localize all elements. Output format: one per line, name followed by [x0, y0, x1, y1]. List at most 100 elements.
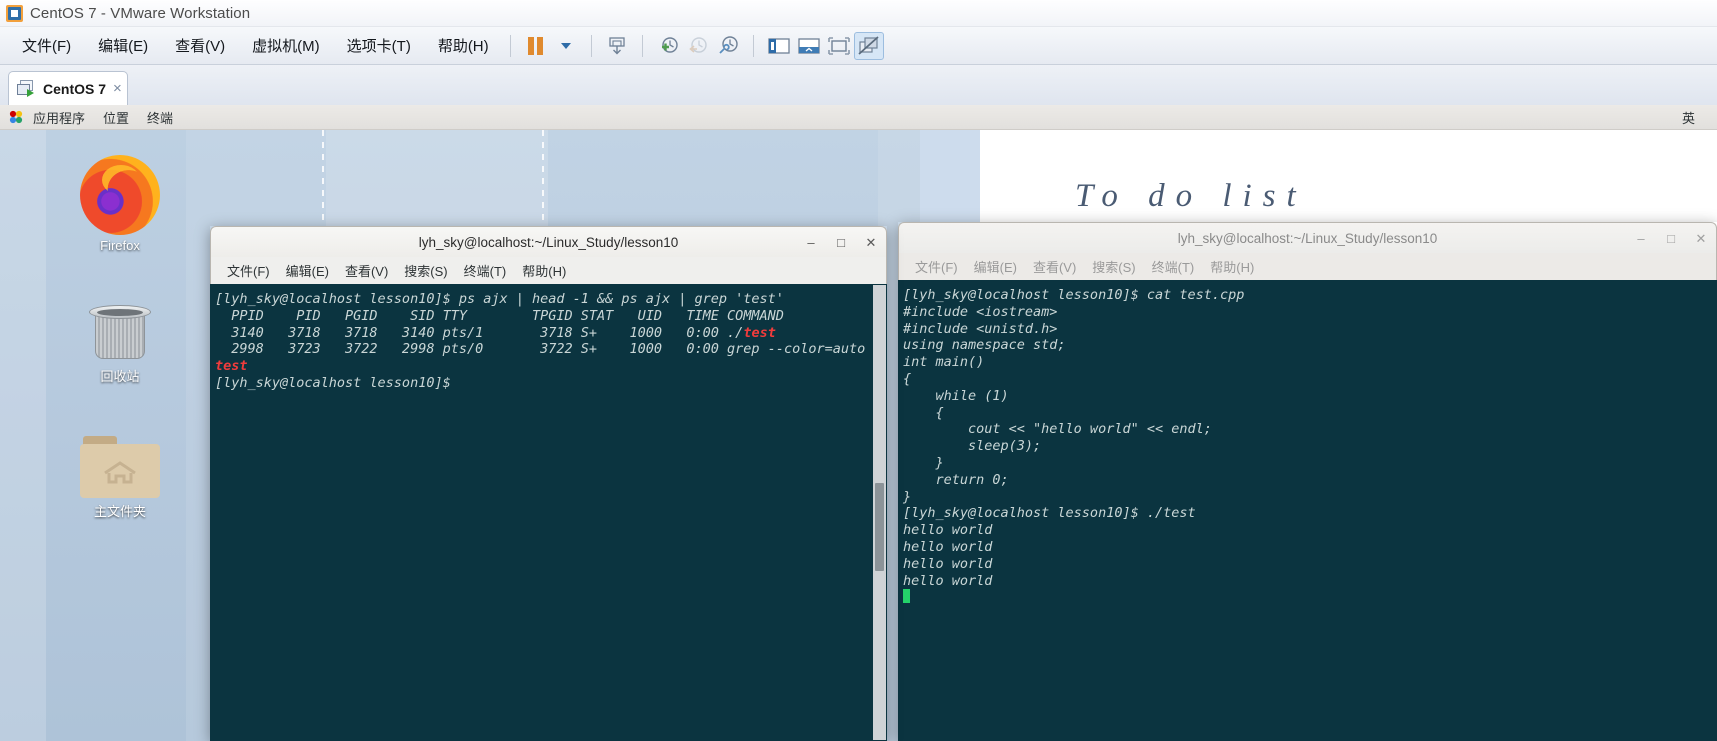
terminal-line: hello world [903, 522, 993, 539]
terminal-left-menu-terminal[interactable]: 终端(T) [456, 261, 515, 280]
terminal-left-menu-file[interactable]: 文件(F) [219, 261, 278, 280]
wallpaper-text: To do list [1075, 178, 1307, 214]
terminal-line: sleep(3); [903, 438, 1042, 455]
unity-mode-button[interactable] [853, 31, 884, 60]
vmware-tabstrip: CentOS 7 × [0, 65, 1717, 105]
terminal-left-menu-edit[interactable]: 编辑(E) [278, 261, 337, 280]
terminal-line [903, 589, 1716, 606]
tab-label: CentOS 7 [43, 80, 107, 97]
show-sidebar-button[interactable] [764, 32, 794, 60]
desktop-icon-trash[interactable]: 回收站 [60, 295, 180, 385]
close-button[interactable]: ✕ [1694, 231, 1708, 247]
snapshot-add-button[interactable] [653, 32, 683, 60]
desktop-icon-home-folder[interactable]: 主文件夹 [60, 432, 180, 520]
toolbar-separator-4 [752, 34, 754, 57]
terminal-left-scrollbar[interactable] [873, 285, 886, 740]
menu-tabs[interactable]: 选项卡(T) [336, 32, 422, 59]
power-dropdown-button[interactable] [551, 32, 581, 60]
desktop-icon-label: 主文件夹 [93, 504, 146, 519]
terminal-line: hello world [903, 555, 993, 572]
terminal-left-titlebar[interactable]: lyh_sky@localhost:~/Linux_Study/lesson10… [210, 226, 887, 257]
snapshot-revert-icon [688, 36, 707, 53]
vmware-menubar: 文件(F) 编辑(E) 查看(V) 虚拟机(M) 选项卡(T) 帮助(H) [0, 27, 1717, 65]
panel-terminal[interactable]: 终端 [138, 108, 182, 127]
firefox-icon [80, 155, 160, 235]
terminal-right-output[interactable]: [lyh_sky@localhost lesson10]$ cat test.c… [898, 280, 1717, 741]
terminal-left-menu-help[interactable]: 帮助(H) [514, 261, 574, 280]
gnome-foot-icon [8, 109, 24, 125]
toolbar-separator-2 [590, 34, 592, 57]
terminal-right-title: lyh_sky@localhost:~/Linux_Study/lesson10 [1177, 230, 1438, 246]
terminal-right-menu-help[interactable]: 帮助(H) [1202, 257, 1262, 276]
fullscreen-button[interactable] [824, 32, 854, 60]
minimize-button[interactable]: ‒ [804, 235, 818, 250]
terminal-right-menu-file[interactable]: 文件(F) [907, 257, 966, 276]
maximize-button[interactable]: □ [1664, 231, 1678, 246]
tab-centos7[interactable]: CentOS 7 × [8, 71, 128, 105]
menu-help[interactable]: 帮助(H) [427, 32, 500, 59]
terminal-line: { [903, 404, 944, 421]
take-snapshot-button[interactable] [602, 32, 632, 60]
close-button[interactable]: ✕ [864, 235, 878, 251]
terminal-right-menu-terminal[interactable]: 终端(T) [1144, 257, 1203, 276]
vmware-app-icon [6, 4, 23, 22]
terminal-left-output[interactable]: [lyh_sky@localhost lesson10]$ ps ajx | h… [210, 284, 887, 741]
terminal-line: hello world [903, 538, 993, 555]
show-sidebar-icon [767, 37, 790, 54]
panel-applications[interactable]: 应用程序 [24, 108, 94, 127]
desktop-icon-label: 回收站 [100, 369, 140, 384]
fullscreen-icon [827, 36, 850, 55]
terminal-line: test [215, 358, 248, 375]
menu-file[interactable]: 文件(F) [11, 32, 82, 59]
snapshot-revert-button[interactable] [683, 32, 713, 60]
pause-icon [528, 36, 544, 55]
vm-running-icon [17, 80, 36, 97]
terminal-left-title: lyh_sky@localhost:~/Linux_Study/lesson10 [418, 234, 679, 250]
terminal-line: using namespace std; [903, 337, 1066, 354]
menu-vm[interactable]: 虚拟机(M) [241, 32, 331, 59]
terminal-line: [lyh_sky@localhost lesson10]$ [215, 374, 459, 391]
show-console-button[interactable] [794, 32, 824, 60]
show-console-icon [797, 37, 820, 54]
home-folder-icon [80, 436, 160, 498]
unity-icon [858, 35, 879, 55]
pause-button[interactable] [521, 32, 551, 60]
terminal-right-menu-view[interactable]: 查看(V) [1025, 257, 1084, 276]
terminal-line: int main() [903, 354, 985, 371]
window-title: CentOS 7 - VMware Workstation [30, 4, 251, 22]
terminal-window-left[interactable]: lyh_sky@localhost:~/Linux_Study/lesson10… [210, 226, 887, 741]
desktop-icon-label: Firefox [100, 238, 140, 253]
terminal-line: { [903, 370, 912, 387]
terminal-line: while (1) [903, 387, 1009, 404]
desktop-icon-firefox[interactable]: Firefox [60, 155, 180, 253]
menu-view[interactable]: 查看(V) [164, 32, 236, 59]
terminal-left-menu-search[interactable]: 搜索(S) [396, 261, 455, 280]
terminal-line: } [903, 454, 944, 471]
terminal-line: #include <unistd.h> [903, 320, 1058, 337]
vmware-titlebar: CentOS 7 - VMware Workstation [0, 0, 1717, 27]
input-method-indicator[interactable]: 英 [1682, 108, 1695, 127]
panel-places[interactable]: 位置 [94, 108, 138, 127]
snapshot-manager-button[interactable] [713, 32, 743, 60]
terminal-left-menu-view[interactable]: 查看(V) [337, 261, 396, 280]
close-icon[interactable]: × [113, 80, 122, 97]
guest-screen: 应用程序 位置 终端 英 To do list Firefox 回收站 主文件夹… [0, 105, 1717, 741]
terminal-right-menu-edit[interactable]: 编辑(E) [966, 257, 1025, 276]
menu-edit[interactable]: 编辑(E) [87, 32, 159, 59]
snapshot-take-icon [608, 36, 625, 54]
terminal-line: return 0; [903, 471, 1009, 488]
terminal-left-menubar: 文件(F) 编辑(E) 查看(V) 搜索(S) 终端(T) 帮助(H) [210, 257, 887, 284]
terminal-window-right[interactable]: lyh_sky@localhost:~/Linux_Study/lesson10… [898, 222, 1717, 741]
terminal-line: [lyh_sky@localhost lesson10]$ ./test [903, 505, 1196, 522]
toolbar-separator-3 [641, 34, 643, 57]
terminal-line: 3140 3718 3718 3140 pts/1 3718 S+ 1000 0… [215, 324, 776, 341]
minimize-button[interactable]: ‒ [1634, 231, 1648, 246]
terminal-line: cout << "hello world" << endl; [903, 421, 1212, 438]
maximize-button[interactable]: □ [834, 235, 848, 250]
terminal-right-titlebar[interactable]: lyh_sky@localhost:~/Linux_Study/lesson10… [898, 222, 1717, 253]
terminal-line: } [903, 488, 912, 505]
toolbar-separator [509, 34, 511, 57]
terminal-line: [lyh_sky@localhost lesson10]$ ps ajx | h… [215, 291, 784, 307]
terminal-right-menu-search[interactable]: 搜索(S) [1084, 257, 1143, 276]
terminal-right-menubar: 文件(F) 编辑(E) 查看(V) 搜索(S) 终端(T) 帮助(H) [898, 253, 1717, 280]
